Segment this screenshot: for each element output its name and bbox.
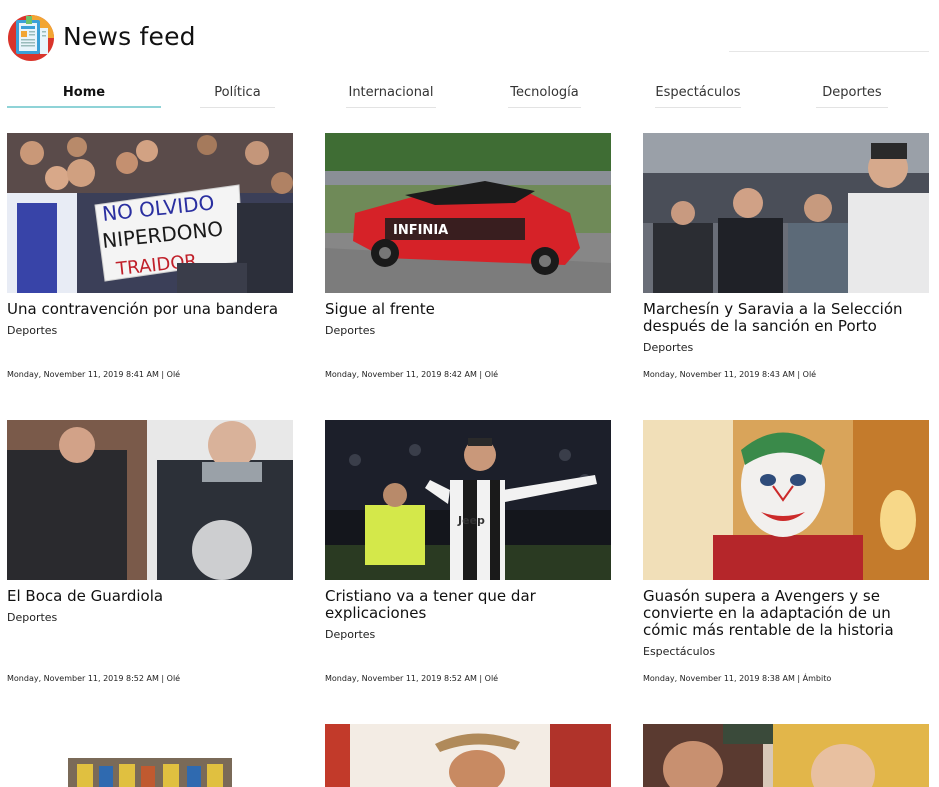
tab-espectaculos[interactable]: Espectáculos <box>647 80 749 108</box>
tab-label: Tecnología <box>510 85 579 100</box>
article-image[interactable] <box>325 724 611 787</box>
tab-tecnologia[interactable]: Tecnología <box>500 80 589 108</box>
article-category: Deportes <box>643 341 694 354</box>
news-card[interactable]: NO OLVIDO NIPERDONO TRAIDOR Una contrave… <box>7 133 293 393</box>
news-card[interactable]: Marchesín y Saravia a la Selección despu… <box>643 133 929 393</box>
app-title: News feed <box>63 22 196 51</box>
tab-label: Home <box>62 85 106 100</box>
tab-label: Internacional <box>348 85 434 100</box>
article-image[interactable] <box>7 724 293 787</box>
car-sponsor-text: INFINIA <box>393 223 448 238</box>
news-card[interactable]: Guasón supera a Avengers y se convierte … <box>643 420 929 690</box>
article-meta: Monday, November 11, 2019 8:52 AM | Olé <box>7 674 181 683</box>
article-meta: Monday, November 11, 2019 8:41 AM | Olé <box>7 370 181 379</box>
newspaper-icon[interactable] <box>7 14 55 62</box>
article-image[interactable]: Jeep <box>325 420 611 580</box>
news-card[interactable]: El Boca de Guardiola Deportes Monday, No… <box>7 420 293 690</box>
article-category: Espectáculos <box>643 645 716 658</box>
news-card[interactable] <box>7 724 293 787</box>
tab-politica[interactable]: Política <box>192 80 283 108</box>
tab-label: Deportes <box>822 85 882 100</box>
search-field[interactable] <box>729 51 929 52</box>
article-image[interactable] <box>643 724 929 787</box>
article-headline[interactable]: Una contravención por una bandera <box>7 301 293 318</box>
article-image[interactable] <box>643 420 929 580</box>
article-category: Deportes <box>325 628 376 641</box>
app-header: News feed <box>0 0 939 80</box>
article-meta: Monday, November 11, 2019 8:43 AM | Olé <box>643 370 817 379</box>
article-headline[interactable]: El Boca de Guardiola <box>7 588 293 605</box>
article-image[interactable]: INFINIA <box>325 133 611 293</box>
shirt-sponsor-text: Jeep <box>457 514 485 527</box>
news-card[interactable]: Jeep Cristiano va a tener que dar explic… <box>325 420 611 690</box>
article-headline[interactable]: Cristiano va a tener que dar explicacion… <box>325 588 611 622</box>
article-meta: Monday, November 11, 2019 8:42 AM | Olé <box>325 370 499 379</box>
article-meta: Monday, November 11, 2019 8:52 AM | Olé <box>325 674 499 683</box>
article-category: Deportes <box>7 611 58 624</box>
article-category: Deportes <box>7 324 58 337</box>
tab-home[interactable]: Home <box>7 80 161 108</box>
article-headline[interactable]: Guasón supera a Avengers y se convierte … <box>643 588 929 639</box>
article-category: Deportes <box>325 324 376 337</box>
tab-label: Espectáculos <box>655 85 741 100</box>
news-card[interactable]: INFINIA Sigue al frente Deportes Monday,… <box>325 133 611 393</box>
news-card[interactable] <box>325 724 611 787</box>
article-headline[interactable]: Marchesín y Saravia a la Selección despu… <box>643 301 929 335</box>
article-image[interactable]: NO OLVIDO NIPERDONO TRAIDOR <box>7 133 293 293</box>
news-card[interactable] <box>643 724 929 787</box>
article-headline[interactable]: Sigue al frente <box>325 301 611 318</box>
article-image[interactable] <box>7 420 293 580</box>
tab-internacional[interactable]: Internacional <box>338 80 444 108</box>
tab-deportes[interactable]: Deportes <box>808 80 896 108</box>
article-image[interactable] <box>643 133 929 293</box>
tab-label: Política <box>214 85 261 100</box>
category-tabs: Home Política Internacional Tecnología E… <box>0 80 939 110</box>
article-meta: Monday, November 11, 2019 8:38 AM | Ámbi… <box>643 674 832 683</box>
